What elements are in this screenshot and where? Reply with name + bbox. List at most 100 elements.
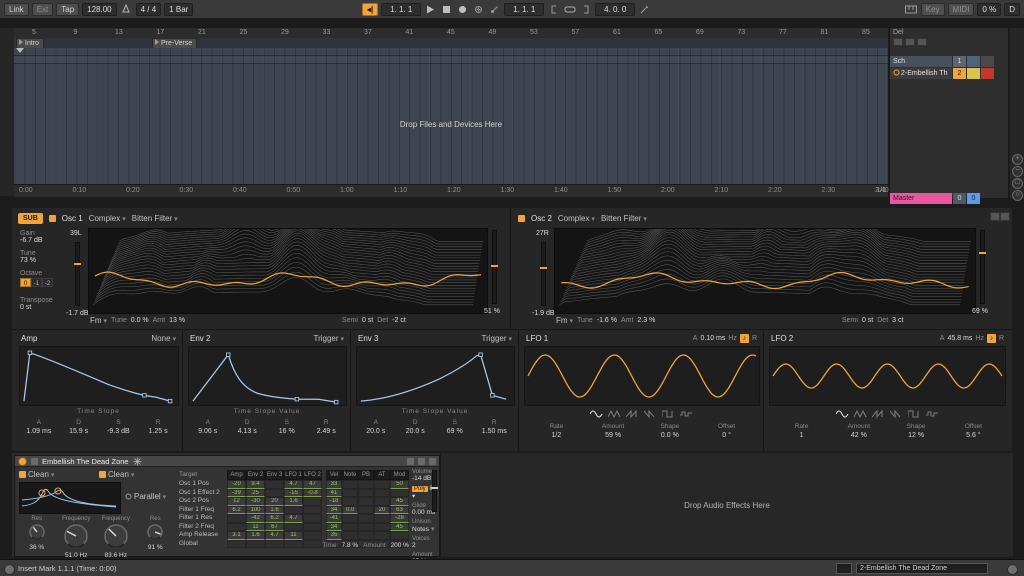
envelope-mode-menu[interactable]: Trigger [313,334,344,343]
matrix-cell[interactable] [358,531,374,540]
octave-button[interactable]: 0 [20,278,31,287]
env-param-a[interactable]: A 20.0 s [356,419,396,435]
matrix-cell[interactable]: -42 [246,514,265,523]
detune-value[interactable]: 3 ct [892,317,903,324]
matrix-cell[interactable] [358,522,374,531]
track-lane[interactable] [14,56,888,64]
osc1-position-slider[interactable] [491,230,498,304]
matrix-cell[interactable]: 33 [326,480,342,489]
matrix-cell[interactable] [390,531,409,540]
lfo-param-shape[interactable]: Shape 0.0 % [642,423,699,439]
semi-value[interactable]: 0 st [862,317,873,324]
matrix-amount-value[interactable]: 200 % [391,542,409,549]
env-param-a[interactable]: A 1.09 ms [19,419,59,435]
device-fold-icon[interactable] [31,457,38,465]
panel-grid-icon[interactable] [1000,212,1010,221]
env-param-s[interactable]: S -9.3 dB [99,419,139,435]
env-param-r[interactable]: R 1.50 ms [475,419,515,435]
square-shape-icon[interactable] [907,409,921,421]
zoom-in-icon[interactable]: + [1012,154,1023,165]
io-toggle-icons[interactable] [893,38,927,46]
tempo-display[interactable]: 128.00 [82,2,117,16]
device-close-icon[interactable] [429,457,436,465]
matrix-cell[interactable]: 47 [303,480,322,489]
follow-scroll-icon[interactable]: ○ [1012,190,1023,201]
osc2-level-value[interactable]: -1.9 dB [532,310,555,317]
lfo-retrigger-toggle[interactable]: R [999,335,1004,342]
matrix-cell[interactable]: 1.6 [265,505,284,514]
stop-icon[interactable] [440,3,453,16]
track-name[interactable]: 2-Embellish Th [890,68,952,79]
matrix-target-label[interactable]: Osc 2 Pos [177,497,227,506]
env-param-d[interactable]: D 15.9 s [59,419,99,435]
osc2-level-slider[interactable] [540,242,547,306]
saw-down-shape-icon[interactable] [889,409,903,421]
matrix-cell[interactable]: -0.8 [303,488,322,497]
matrix-cell[interactable] [390,488,409,497]
amp-envelope-display[interactable] [19,346,179,406]
sub-oscillator-button[interactable]: SUB [18,212,43,224]
zoom-to-fit-icon[interactable]: □ [1012,178,1023,189]
matrix-cell[interactable] [342,531,358,540]
matrix-cell[interactable] [374,514,390,523]
matrix-cell[interactable] [342,497,358,506]
status-small-box[interactable] [836,563,852,574]
matrix-cell[interactable]: 11 [284,531,303,540]
matrix-cell[interactable]: 34 [326,505,342,514]
matrix-cell[interactable] [374,480,390,489]
master-track-name[interactable]: Master [890,193,952,204]
audio-effects-drop-zone[interactable]: Drop Audio Effects Here [440,453,1013,557]
lfo-param-rate[interactable]: Rate 1/2 [528,423,585,439]
detune-value[interactable]: -2 ct [392,317,406,324]
lfo-hz-toggle[interactable]: Hz [728,335,737,342]
env2-display[interactable] [188,346,347,406]
matrix-cell[interactable] [303,522,322,531]
fm-amt-value[interactable]: 2.3 % [637,317,655,324]
lfo-sync-toggle[interactable]: ♪ [739,334,749,343]
voices-value[interactable]: 2 [412,542,438,549]
matrix-target-label[interactable]: Filter 2 Freq [177,523,227,532]
automation-arm-icon[interactable] [488,3,501,16]
matrix-cell[interactable]: 63 [390,505,409,514]
osc1-level-value[interactable]: -1.7 dB [66,310,89,317]
matrix-cell[interactable] [303,514,322,523]
matrix-cell[interactable]: 0.0 [342,505,358,514]
matrix-cell[interactable] [284,505,303,514]
triangle-shape-icon[interactable] [607,409,621,421]
lfo-param-offset[interactable]: Offset 5.6 ° [945,423,1002,439]
quantize-menu[interactable]: 1 Bar [164,2,194,16]
sine-shape-icon[interactable] [835,409,849,421]
matrix-cell[interactable] [342,480,358,489]
matrix-cell[interactable] [227,514,246,523]
matrix-cell[interactable] [284,522,303,531]
draw-mode-icon[interactable] [638,3,651,16]
follow-button[interactable]: ◂| [362,2,379,16]
matrix-cell[interactable]: 11 [246,522,265,531]
loop-length-display[interactable]: 4. 0. 0 [595,2,636,16]
track-lane[interactable] [14,48,888,56]
random-shape-icon[interactable] [680,409,693,421]
poly-mode-button[interactable]: Poly [412,486,428,492]
fm-amt-value[interactable]: 13 % [169,317,185,324]
lfo-attack-value[interactable]: 45.8 ms [947,335,972,342]
loop-start-display[interactable]: 1. 1. 1 [504,2,545,16]
arrangement-position-display[interactable]: 1. 1. 1 [381,2,422,16]
matrix-cell[interactable] [303,505,322,514]
matrix-cell[interactable]: 34 [326,522,342,531]
matrix-cell[interactable]: 3.1 [227,531,246,540]
matrix-cell[interactable]: -15 [284,488,303,497]
matrix-cell[interactable] [358,505,374,514]
track-activator[interactable]: 1 [953,56,966,67]
env-param-r[interactable]: R 1.25 s [138,419,178,435]
time-signature-display[interactable]: 4 / 4 [135,2,162,16]
matrix-cell[interactable]: -30 [246,497,265,506]
osc1-engine-menu[interactable]: Complex [89,214,126,223]
lfo-hz-toggle[interactable]: Hz [975,335,984,342]
osc2-filter-menu[interactable]: Bitten Filter [601,214,647,223]
env-param-a[interactable]: A 9.06 s [188,419,228,435]
matrix-cell[interactable]: 50 [390,480,409,489]
device-title-bar[interactable]: Embellish The Dead Zone [15,456,439,467]
osc1-fm-menu[interactable]: Fm [90,316,107,325]
knob-res-0[interactable]: Res 36 % [17,516,57,559]
matrix-cell[interactable]: 6.2 [265,514,284,523]
